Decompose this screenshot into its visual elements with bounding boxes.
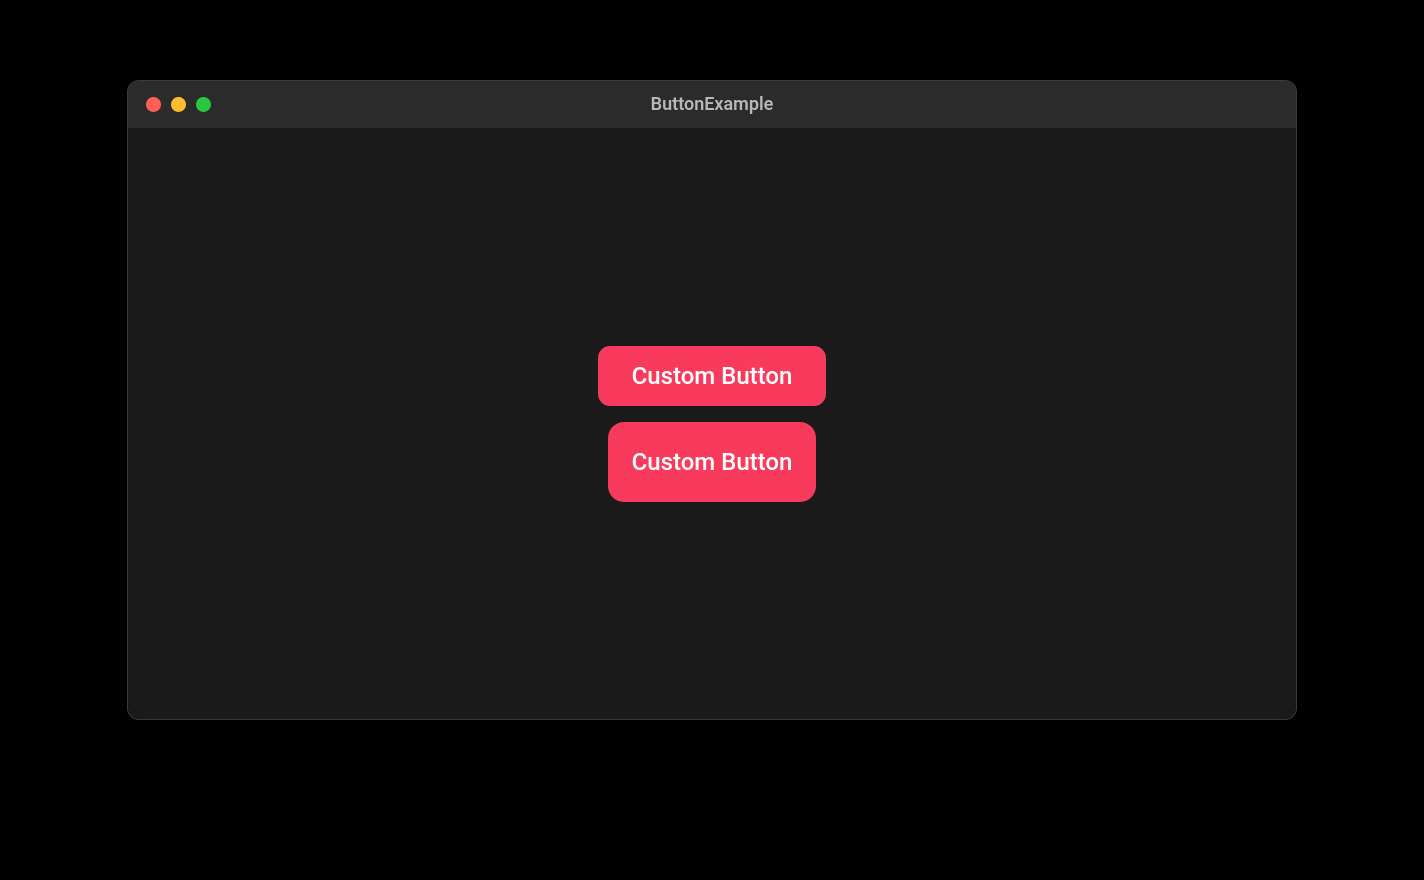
content-area: Custom Button Custom Button <box>128 129 1296 719</box>
custom-button-2[interactable]: Custom Button <box>608 422 817 502</box>
window-title: ButtonExample <box>128 94 1296 115</box>
traffic-lights <box>128 97 211 112</box>
close-icon[interactable] <box>146 97 161 112</box>
custom-button-1[interactable]: Custom Button <box>598 346 827 406</box>
fullscreen-icon[interactable] <box>196 97 211 112</box>
titlebar: ButtonExample <box>128 81 1296 129</box>
app-window: ButtonExample Custom Button Custom Butto… <box>127 80 1297 720</box>
minimize-icon[interactable] <box>171 97 186 112</box>
